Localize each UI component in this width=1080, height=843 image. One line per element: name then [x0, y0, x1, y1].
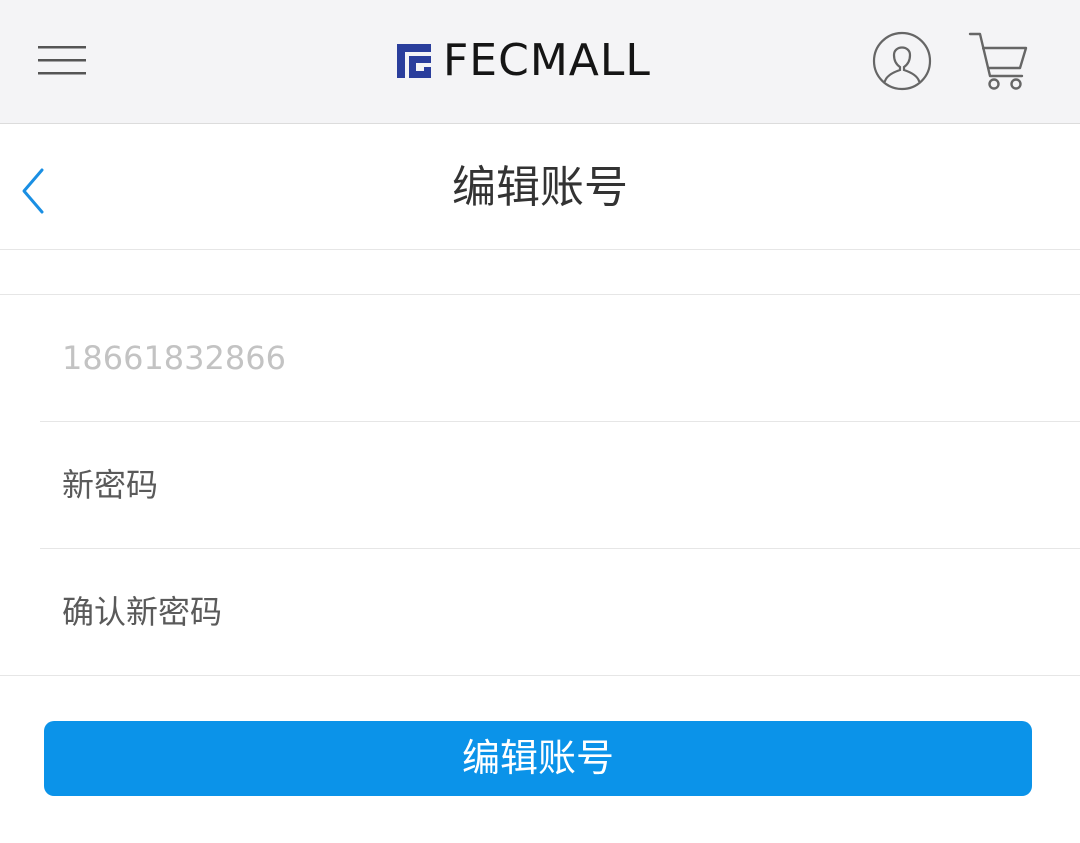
page-title: 编辑账号 [452, 162, 628, 213]
shopping-cart-icon[interactable] [966, 30, 1030, 92]
confirm-password-input[interactable] [62, 587, 1042, 637]
user-account-icon[interactable] [872, 31, 932, 91]
confirm-password-row [40, 549, 1080, 675]
brand-logo[interactable]: FECMALL [393, 38, 651, 84]
phone-input[interactable] [62, 333, 1042, 383]
title-bar: 编辑账号 [0, 124, 1080, 250]
edit-account-form [0, 294, 1080, 676]
submit-edit-account-button[interactable]: 编辑账号 [44, 721, 1032, 796]
top-header: FECMALL [0, 0, 1080, 124]
phone-field-row [40, 295, 1080, 422]
brand-name: FECMALL [443, 35, 651, 86]
new-password-row [40, 422, 1080, 549]
logo-mark-icon [397, 44, 431, 78]
new-password-input[interactable] [62, 460, 1042, 510]
hamburger-menu-icon[interactable] [38, 43, 86, 77]
